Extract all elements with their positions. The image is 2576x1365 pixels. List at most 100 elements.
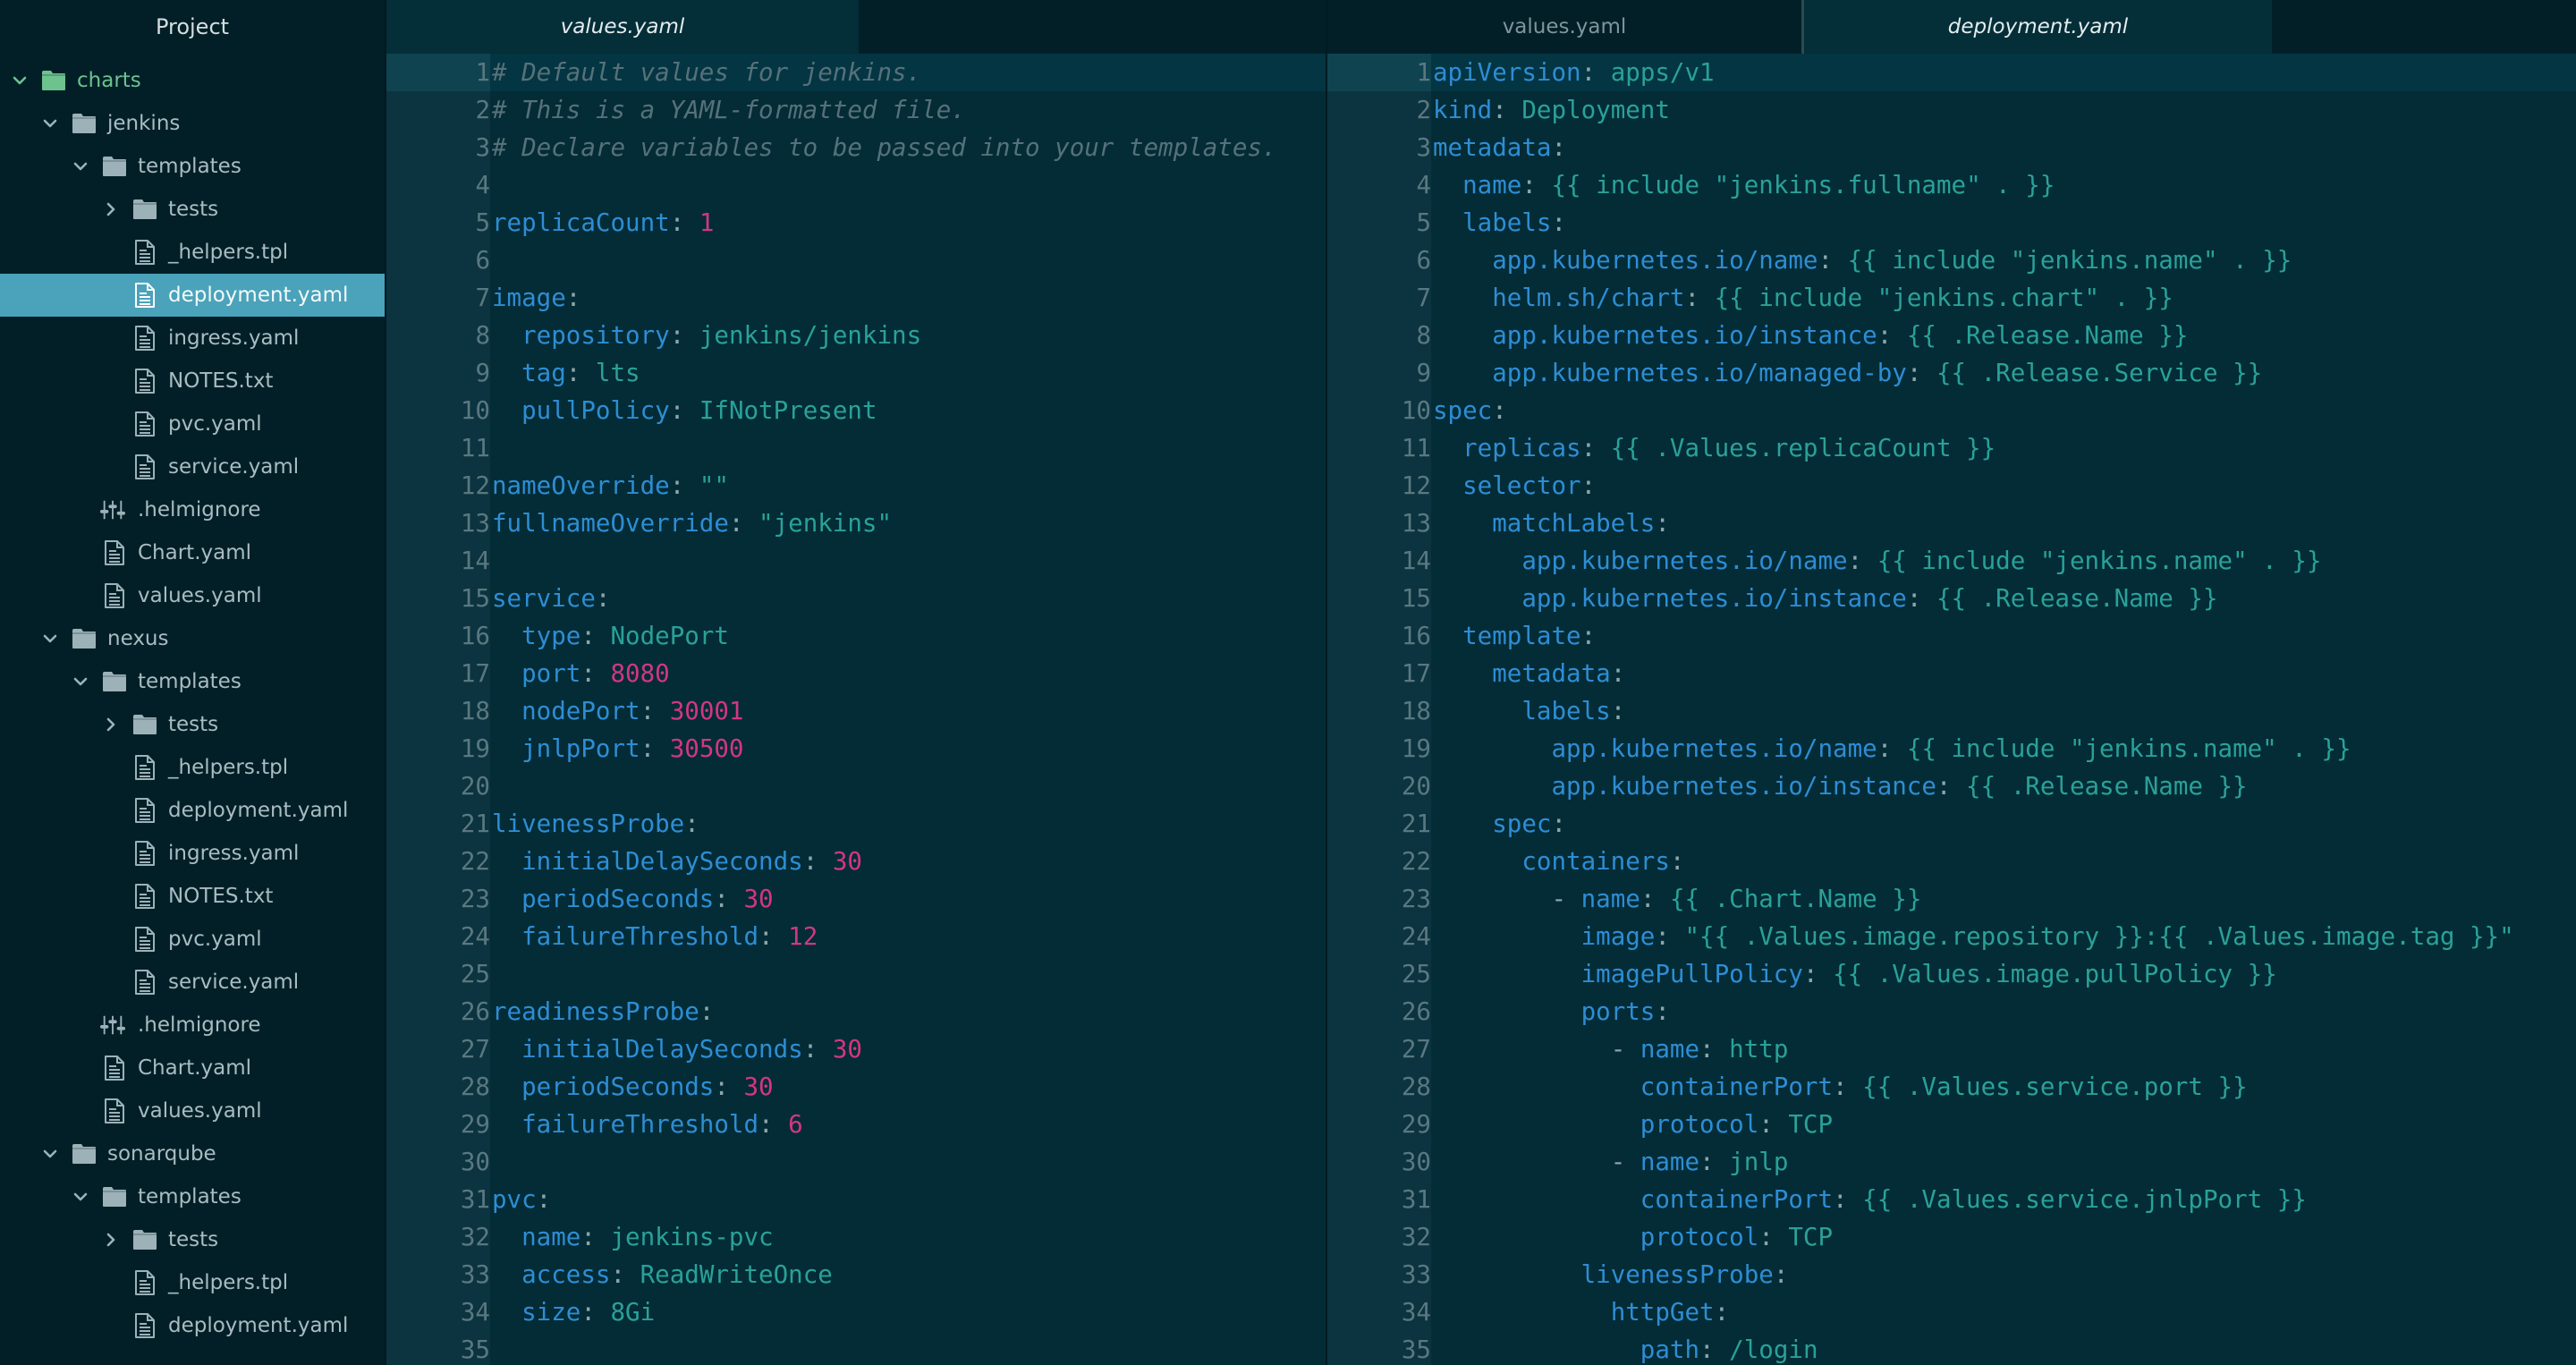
tree-folder[interactable]: jenkins bbox=[0, 102, 385, 145]
code-line[interactable]: app.kubernetes.io/instance: {{ .Release.… bbox=[1431, 580, 2576, 617]
tree-file[interactable]: deployment.yaml bbox=[0, 789, 385, 832]
code-line[interactable] bbox=[490, 955, 1326, 993]
tree-file[interactable]: deployment.yaml bbox=[0, 1304, 385, 1347]
tree-file[interactable]: pvc.yaml bbox=[0, 918, 385, 961]
editor-left[interactable]: 1 2 3 4 5 6 7 8 9 10 11 12 13 14 15 16 17 18 19 20 21 22 23 24 2… bbox=[386, 54, 1326, 1365]
code-line[interactable]: service: bbox=[490, 580, 1326, 617]
code-line[interactable]: # Declare variables to be passed into yo… bbox=[490, 129, 1326, 166]
code-line[interactable]: matchLabels: bbox=[1431, 504, 2576, 542]
code-area[interactable]: apiVersion: apps/v1 kind: Deployment metad… bbox=[1431, 54, 2576, 1365]
code-line[interactable]: pullPolicy: IfNotPresent bbox=[490, 392, 1326, 429]
code-line[interactable]: access: ReadWriteOnce bbox=[490, 1256, 1326, 1293]
code-line[interactable]: initialDelaySeconds: 30 bbox=[490, 1030, 1326, 1068]
tree-file[interactable]: service.yaml bbox=[0, 445, 385, 488]
code-line[interactable]: metadata: bbox=[1431, 655, 2576, 692]
code-line[interactable]: labels: bbox=[1431, 692, 2576, 730]
code-line[interactable]: jnlpPort: 30500 bbox=[490, 730, 1326, 767]
tree-file[interactable]: Chart.yaml bbox=[0, 531, 385, 574]
chevron-down-icon[interactable] bbox=[41, 1132, 59, 1175]
code-line[interactable]: app.kubernetes.io/name: {{ include "jenk… bbox=[1431, 730, 2576, 767]
tree-file[interactable]: _helpers.tpl bbox=[0, 746, 385, 789]
code-line[interactable]: httpGet: bbox=[1431, 1293, 2576, 1331]
tree-file[interactable]: .helmignore bbox=[0, 1004, 385, 1047]
code-line[interactable]: - name: jnlp bbox=[1431, 1143, 2576, 1181]
code-line[interactable]: containerPort: {{ .Values.service.port }… bbox=[1431, 1068, 2576, 1106]
code-line[interactable]: repository: jenkins/jenkins bbox=[490, 317, 1326, 354]
tree-folder[interactable]: tests bbox=[0, 703, 385, 746]
tree-file[interactable]: ingress.yaml bbox=[0, 317, 385, 360]
code-line[interactable]: selector: bbox=[1431, 467, 2576, 504]
editor-right[interactable]: 1 2 3 4 5 6 7 8 9 10 11 12 13 14 15 16 17 18 19 20 21 22 23 24 2… bbox=[1327, 54, 2576, 1365]
chevron-right-icon[interactable] bbox=[102, 188, 120, 231]
tree-file[interactable]: _helpers.tpl bbox=[0, 1261, 385, 1304]
tree-file[interactable]: values.yaml bbox=[0, 574, 385, 617]
chevron-down-icon[interactable] bbox=[72, 660, 89, 703]
code-line[interactable]: periodSeconds: 30 bbox=[490, 880, 1326, 918]
tree-folder[interactable]: tests bbox=[0, 1218, 385, 1261]
code-line[interactable]: # Default values for jenkins. bbox=[490, 54, 1326, 91]
tree-file[interactable]: service.yaml bbox=[0, 961, 385, 1004]
code-line[interactable] bbox=[490, 542, 1326, 580]
code-area[interactable]: # Default values for jenkins. # This is a… bbox=[490, 54, 1326, 1365]
code-line[interactable]: nodePort: 30001 bbox=[490, 692, 1326, 730]
code-line[interactable]: readinessProbe: bbox=[490, 993, 1326, 1030]
code-line[interactable]: spec: bbox=[1431, 805, 2576, 843]
code-line[interactable]: containerPort: {{ .Values.service.jnlpPo… bbox=[1431, 1181, 2576, 1218]
code-line[interactable]: # This is a YAML-formatted file. bbox=[490, 91, 1326, 129]
chevron-right-icon[interactable] bbox=[102, 1218, 120, 1261]
code-line[interactable]: image: bbox=[490, 279, 1326, 317]
code-line[interactable]: apiVersion: apps/v1 bbox=[1431, 54, 2576, 91]
chevron-right-icon[interactable] bbox=[102, 703, 120, 746]
code-line[interactable]: initialDelaySeconds: 30 bbox=[490, 843, 1326, 880]
tree-folder[interactable]: charts bbox=[0, 59, 385, 102]
code-line[interactable]: protocol: TCP bbox=[1431, 1218, 2576, 1256]
code-line[interactable]: pvc: bbox=[490, 1181, 1326, 1218]
tree-file[interactable]: _helpers.tpl bbox=[0, 231, 385, 274]
code-line[interactable]: size: 8Gi bbox=[490, 1293, 1326, 1331]
code-line[interactable]: template: bbox=[1431, 617, 2576, 655]
chevron-down-icon[interactable] bbox=[72, 1175, 89, 1218]
code-line[interactable]: - name: http bbox=[1431, 1030, 2576, 1068]
code-line[interactable]: failureThreshold: 6 bbox=[490, 1106, 1326, 1143]
code-line[interactable]: ports: bbox=[1431, 993, 2576, 1030]
code-line[interactable]: name: jenkins-pvc bbox=[490, 1218, 1326, 1256]
tree-folder[interactable]: templates bbox=[0, 660, 385, 703]
tab-values-yaml[interactable]: values.yaml bbox=[1327, 0, 1801, 54]
tree-file[interactable]: ingress.yaml bbox=[0, 832, 385, 875]
tree-file[interactable]: Chart.yaml bbox=[0, 1047, 385, 1089]
tree-folder[interactable]: templates bbox=[0, 1175, 385, 1218]
chevron-down-icon[interactable] bbox=[72, 145, 89, 188]
tree-folder[interactable]: sonarqube bbox=[0, 1132, 385, 1175]
code-line[interactable]: fullnameOverride: "jenkins" bbox=[490, 504, 1326, 542]
code-line[interactable]: periodSeconds: 30 bbox=[490, 1068, 1326, 1106]
code-line[interactable]: helm.sh/chart: {{ include "jenkins.chart… bbox=[1431, 279, 2576, 317]
code-line[interactable]: protocol: TCP bbox=[1431, 1106, 2576, 1143]
tree-file[interactable]: deployment.yaml bbox=[0, 274, 385, 317]
code-line[interactable]: - name: {{ .Chart.Name }} bbox=[1431, 880, 2576, 918]
code-line[interactable]: livenessProbe: bbox=[1431, 1256, 2576, 1293]
code-line[interactable]: kind: Deployment bbox=[1431, 91, 2576, 129]
code-line[interactable]: type: NodePort bbox=[490, 617, 1326, 655]
code-line[interactable] bbox=[490, 166, 1326, 204]
code-line[interactable]: imagePullPolicy: {{ .Values.image.pullPo… bbox=[1431, 955, 2576, 993]
code-line[interactable]: app.kubernetes.io/instance: {{ .Release.… bbox=[1431, 317, 2576, 354]
code-line[interactable] bbox=[490, 767, 1326, 805]
code-line[interactable]: replicaCount: 1 bbox=[490, 204, 1326, 242]
code-line[interactable]: livenessProbe: bbox=[490, 805, 1326, 843]
tab-values-yaml[interactable]: values.yaml bbox=[386, 0, 859, 54]
tree-file[interactable]: pvc.yaml bbox=[0, 403, 385, 445]
code-line[interactable]: path: /login bbox=[1431, 1331, 2576, 1365]
code-line[interactable]: metadata: bbox=[1431, 129, 2576, 166]
tree-folder[interactable]: tests bbox=[0, 188, 385, 231]
chevron-down-icon[interactable] bbox=[41, 617, 59, 660]
code-line[interactable] bbox=[490, 242, 1326, 279]
code-line[interactable]: app.kubernetes.io/managed-by: {{ .Releas… bbox=[1431, 354, 2576, 392]
code-line[interactable]: app.kubernetes.io/instance: {{ .Release.… bbox=[1431, 767, 2576, 805]
code-line[interactable]: spec: bbox=[1431, 392, 2576, 429]
code-line[interactable]: labels: bbox=[1431, 204, 2576, 242]
code-line[interactable]: app.kubernetes.io/name: {{ include "jenk… bbox=[1431, 542, 2576, 580]
tree-folder[interactable]: templates bbox=[0, 145, 385, 188]
tree-file[interactable]: NOTES.txt bbox=[0, 360, 385, 403]
code-line[interactable] bbox=[490, 429, 1326, 467]
code-line[interactable]: app.kubernetes.io/name: {{ include "jenk… bbox=[1431, 242, 2576, 279]
